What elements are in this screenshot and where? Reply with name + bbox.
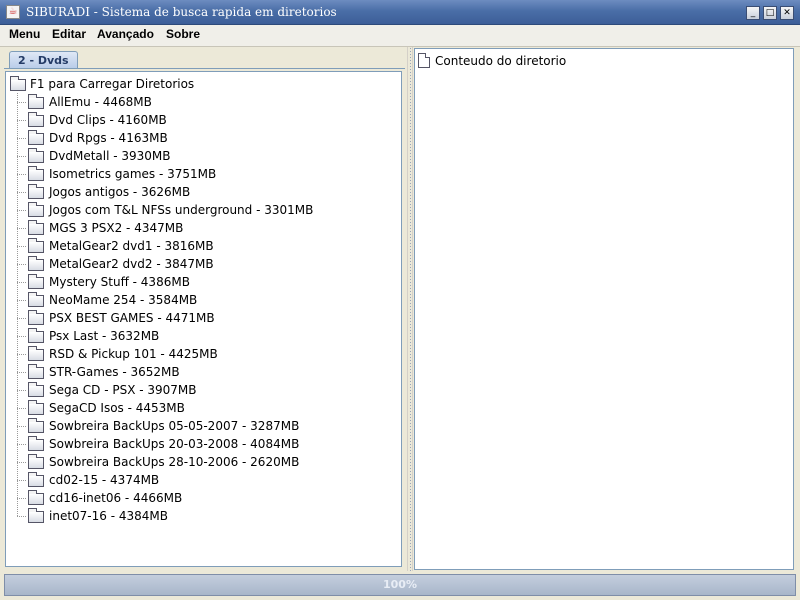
tab-underline <box>4 68 405 69</box>
folder-icon <box>28 328 44 343</box>
tree-branch-line <box>17 156 26 157</box>
folder-icon <box>28 472 44 487</box>
folder-icon <box>28 256 44 271</box>
menu-bar: Menu Editar Avançado Sobre <box>0 25 800 47</box>
tree-branch-line <box>17 480 26 481</box>
tree-item-label: MGS 3 PSX2 - 4347MB <box>49 221 184 235</box>
tree-branch-line <box>17 210 26 211</box>
tree-branch-line <box>17 354 26 355</box>
tree-item-label: cd16-inet06 - 4466MB <box>49 491 183 505</box>
folder-icon <box>28 382 44 397</box>
tree-branch-line <box>17 336 26 337</box>
tree-branch-line <box>17 138 26 139</box>
tree-branch-line <box>17 372 26 373</box>
content-title: Conteudo do diretorio <box>435 54 567 68</box>
tree-root-label: F1 para Carregar Diretorios <box>30 77 195 91</box>
tree-item-label: NeoMame 254 - 3584MB <box>49 293 198 307</box>
folder-icon <box>28 238 44 253</box>
document-icon <box>418 53 430 68</box>
tree-item-label: Jogos com T&L NFSs underground - 3301MB <box>49 203 314 217</box>
folder-icon <box>28 418 44 433</box>
tree-item-label: Sega CD - PSX - 3907MB <box>49 383 197 397</box>
folder-icon <box>28 436 44 451</box>
folder-icon <box>28 220 44 235</box>
folder-icon <box>28 148 44 163</box>
tree-item-label: cd02-15 - 4374MB <box>49 473 160 487</box>
java-icon: ☕ <box>6 5 20 19</box>
tree-item-label: inet07-16 - 4384MB <box>49 509 168 523</box>
title-bar: ☕ SIBURADI - Sistema de busca rapida em … <box>0 0 800 25</box>
tree-item-label: MetalGear2 dvd1 - 3816MB <box>49 239 214 253</box>
divider-grip <box>409 47 411 571</box>
tree-item-label: Mystery Stuff - 4386MB <box>49 275 190 289</box>
left-panel: 2 - Dvds F1 para Carregar Diretorios All… <box>0 47 407 571</box>
tree-item-label: RSD & Pickup 101 - 4425MB <box>49 347 218 361</box>
tree-item-label: Sowbreira BackUps 28-10-2006 - 2620MB <box>49 455 300 469</box>
folder-icon <box>28 310 44 325</box>
menu-sobre[interactable]: Sobre <box>166 27 200 41</box>
folder-icon <box>28 112 44 127</box>
close-button[interactable]: ✕ <box>780 6 794 20</box>
tree-branch-line <box>17 498 26 499</box>
tree-branch-line <box>17 102 26 103</box>
folder-icon <box>28 292 44 307</box>
window-title: SIBURADI - Sistema de busca rapida em di… <box>26 5 337 19</box>
folder-icon <box>28 166 44 181</box>
tree-item-label: Sowbreira BackUps 05-05-2007 - 3287MB <box>49 419 300 433</box>
tree-item-label: Sowbreira BackUps 20-03-2008 - 4084MB <box>49 437 300 451</box>
folder-icon <box>28 202 44 217</box>
progress-bar: 100% <box>4 574 796 596</box>
tree-branch-line <box>17 174 26 175</box>
tree-branch-line <box>17 444 26 445</box>
tree-item-label: Dvd Clips - 4160MB <box>49 113 167 127</box>
folder-icon <box>28 364 44 379</box>
tree-branch-line <box>17 246 26 247</box>
folder-icon <box>28 130 44 145</box>
folder-open-icon <box>10 76 26 91</box>
menu-avancado[interactable]: Avançado <box>97 27 154 41</box>
tree-item-label: PSX BEST GAMES - 4471MB <box>49 311 215 325</box>
tree-branch-line <box>17 462 26 463</box>
tree-branch-line <box>17 228 26 229</box>
tree-item-label: SegaCD Isos - 4453MB <box>49 401 185 415</box>
menu-menu[interactable]: Menu <box>9 27 40 41</box>
tree-item-label: MetalGear2 dvd2 - 3847MB <box>49 257 214 271</box>
folder-icon <box>28 508 44 523</box>
minimize-button[interactable]: _ <box>746 6 760 20</box>
tree-branch-line <box>17 318 26 319</box>
folder-icon <box>28 274 44 289</box>
folder-icon <box>28 346 44 361</box>
tree-item-label: DvdMetall - 3930MB <box>49 149 171 163</box>
tab-dvds[interactable]: 2 - Dvds <box>9 51 78 69</box>
tree-branch-line <box>17 192 26 193</box>
menu-editar[interactable]: Editar <box>52 27 86 41</box>
folder-icon <box>28 454 44 469</box>
tree-item-label: Jogos antigos - 3626MB <box>49 185 191 199</box>
folder-icon <box>28 400 44 415</box>
directory-content-panel[interactable]: Conteudo do diretorio <box>414 48 794 570</box>
folder-icon <box>28 490 44 505</box>
tree-item-label: Psx Last - 3632MB <box>49 329 160 343</box>
tree-branch-line <box>17 282 26 283</box>
tree-branch-line <box>17 120 26 121</box>
tree-branch-line <box>17 516 26 517</box>
directory-tree[interactable]: F1 para Carregar Diretorios AllEmu - 446… <box>5 71 402 567</box>
tree-item-label: Isometrics games - 3751MB <box>49 167 217 181</box>
tree-item-label: Dvd Rpgs - 4163MB <box>49 131 168 145</box>
tree-branch-line <box>17 390 26 391</box>
split-pane-divider[interactable] <box>407 47 413 571</box>
maximize-button[interactable]: □ <box>763 6 777 20</box>
progress-label: 100% <box>383 578 417 591</box>
folder-icon <box>28 184 44 199</box>
tree-item-label: STR-Games - 3652MB <box>49 365 180 379</box>
folder-icon <box>28 94 44 109</box>
tree-branch-line <box>17 264 26 265</box>
tree-item-label: AllEmu - 4468MB <box>49 95 152 109</box>
tree-branch-line <box>17 426 26 427</box>
tree-branch-line <box>17 408 26 409</box>
tree-branch-line <box>17 300 26 301</box>
